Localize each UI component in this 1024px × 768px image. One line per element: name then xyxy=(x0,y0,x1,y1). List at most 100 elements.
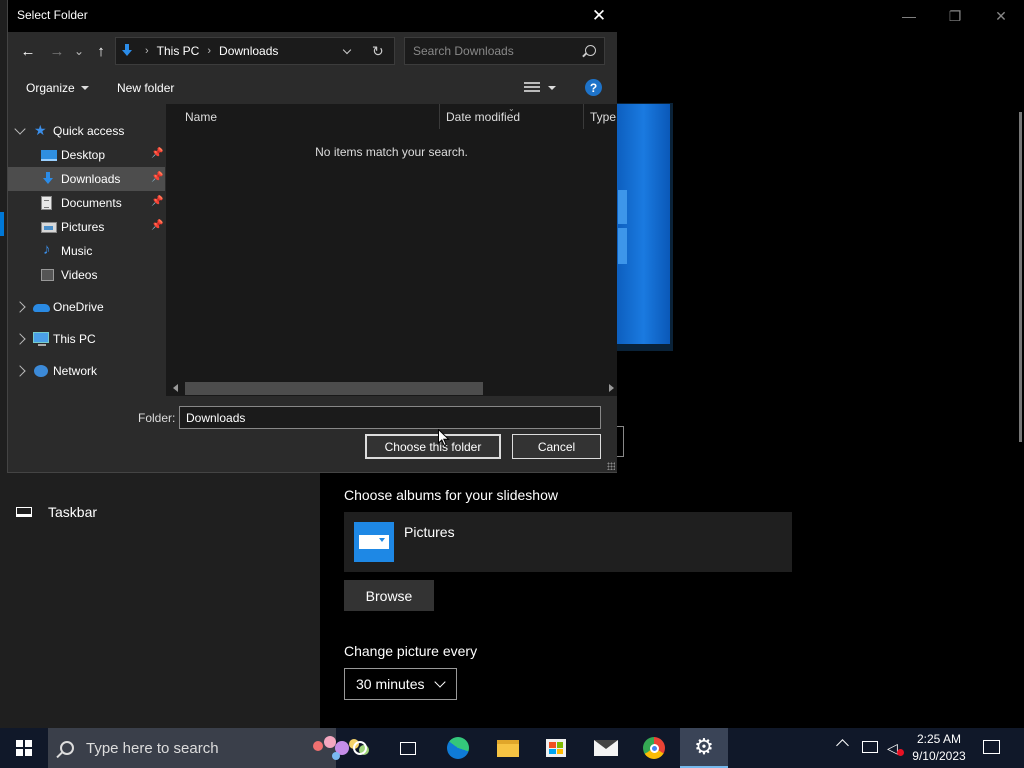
interval-dropdown[interactable]: 30 minutes xyxy=(344,668,457,700)
recent-locations-button[interactable]: ⌄ xyxy=(68,40,90,62)
start-button[interactable] xyxy=(0,728,48,768)
chevron-down-icon xyxy=(342,45,352,54)
windows-logo-icon xyxy=(16,740,32,756)
tree-item-desktop[interactable]: Desktop 📌 xyxy=(8,143,165,167)
change-interval-label: Change picture every xyxy=(344,643,478,659)
dialog-close-button[interactable]: ✕ xyxy=(587,4,611,28)
select-folder-dialog: Select Folder ✕ ← → ⌄ ↑ › This PC › Down… xyxy=(7,0,617,473)
address-dropdown-button[interactable] xyxy=(340,45,354,57)
chevron-down-icon xyxy=(434,676,447,688)
chrome-button[interactable] xyxy=(630,728,678,768)
store-icon xyxy=(546,739,566,757)
volume-muted-icon[interactable]: ◁ xyxy=(887,740,898,757)
search-icon[interactable] xyxy=(585,45,596,56)
expand-closed-icon[interactable] xyxy=(14,333,26,345)
search-input[interactable]: Search Downloads xyxy=(404,37,605,65)
file-explorer-button[interactable] xyxy=(484,728,532,768)
breadcrumb-this-pc[interactable]: This PC xyxy=(157,44,200,58)
up-button[interactable]: ↑ xyxy=(90,40,112,62)
column-header: Name ⌄ Date modified Type xyxy=(166,104,617,129)
show-hidden-icons-chevron-icon[interactable] xyxy=(836,739,849,752)
tree-item-network[interactable]: Network xyxy=(8,359,165,383)
tree-item-label: Documents xyxy=(61,196,122,210)
close-button[interactable]: ✕ xyxy=(978,0,1024,32)
address-bar[interactable]: › This PC › Downloads ↻ xyxy=(115,37,395,65)
album-name: Pictures xyxy=(404,524,455,540)
choose-folder-button[interactable]: Choose this folder xyxy=(365,434,501,459)
help-icon[interactable]: ? xyxy=(585,79,602,96)
view-options-icon[interactable] xyxy=(524,82,540,93)
cancel-button[interactable]: Cancel xyxy=(512,434,601,459)
edge-button[interactable] xyxy=(434,728,482,768)
tree-item-label: This PC xyxy=(53,332,96,346)
tree-item-videos[interactable]: Videos xyxy=(8,263,165,287)
pictures-icon xyxy=(41,222,57,233)
tree-item-documents[interactable]: Documents 📌 xyxy=(8,191,165,215)
expand-closed-icon[interactable] xyxy=(14,365,26,377)
scrollbar-thumb[interactable] xyxy=(185,382,483,395)
task-view-button[interactable] xyxy=(384,728,432,768)
task-view-icon xyxy=(400,741,416,755)
tree-item-label: OneDrive xyxy=(53,300,104,314)
organize-button[interactable]: Organize xyxy=(26,81,89,95)
tree-item-pictures[interactable]: Pictures 📌 xyxy=(8,215,165,239)
settings-button[interactable]: ⚙ xyxy=(680,728,728,768)
browse-button[interactable]: Browse xyxy=(344,580,434,611)
column-divider[interactable] xyxy=(583,104,584,129)
column-type[interactable]: Type xyxy=(590,110,616,124)
selection-accent xyxy=(0,212,4,236)
cloud-icon xyxy=(33,304,50,312)
tree-item-this-pc[interactable]: This PC xyxy=(8,327,165,351)
system-clock[interactable]: 2:25 AM 9/10/2023 xyxy=(906,731,972,765)
back-button[interactable]: ← xyxy=(17,40,39,62)
expand-closed-icon[interactable] xyxy=(14,301,26,313)
scroll-left-icon[interactable] xyxy=(173,384,178,392)
taskbar-search-box[interactable]: Type here to search xyxy=(48,728,369,768)
desktop-icon xyxy=(41,150,57,161)
new-folder-button[interactable]: New folder xyxy=(117,81,174,95)
file-list-pane[interactable]: Name ⌄ Date modified Type No items match… xyxy=(166,104,617,382)
view-dropdown-arrow-icon[interactable] xyxy=(548,86,556,90)
notification-center-icon[interactable] xyxy=(983,740,1000,754)
folder-input[interactable]: Downloads xyxy=(179,406,601,429)
minimize-button[interactable]: — xyxy=(886,0,932,32)
resize-grip-icon[interactable] xyxy=(607,462,615,470)
breadcrumb-separator: › xyxy=(145,45,149,57)
tree-item-music[interactable]: ♪ Music xyxy=(8,239,165,263)
network-icon xyxy=(34,365,48,377)
navigation-bar: ← → ⌄ ↑ › This PC › Downloads ↻ Search D… xyxy=(8,32,617,72)
folder-label: Folder: xyxy=(138,411,176,425)
tree-item-label: Quick access xyxy=(53,124,125,138)
album-thumbnail xyxy=(354,522,394,562)
network-status-icon[interactable] xyxy=(862,741,878,753)
column-divider[interactable] xyxy=(439,104,440,129)
album-item[interactable]: Pictures xyxy=(344,512,792,572)
store-button[interactable] xyxy=(532,728,580,768)
refresh-button[interactable]: ↻ xyxy=(372,43,384,60)
column-date-modified[interactable]: Date modified xyxy=(446,110,520,124)
tree-item-quick-access[interactable]: ★ Quick access xyxy=(8,119,165,143)
tree-item-label: Desktop xyxy=(61,148,106,162)
breadcrumb-downloads[interactable]: Downloads xyxy=(219,44,278,58)
download-icon xyxy=(41,172,57,186)
documents-icon xyxy=(41,196,52,210)
cortana-button[interactable] xyxy=(336,728,384,768)
windows-taskbar: Type here to search ⚙ ◁ 2:25 AM 9/10/202… xyxy=(0,728,1024,768)
scroll-right-icon[interactable] xyxy=(609,384,614,392)
dialog-titlebar[interactable]: Select Folder ✕ xyxy=(8,0,617,32)
mail-button[interactable] xyxy=(582,728,630,768)
pin-icon: 📌 xyxy=(151,172,164,183)
expand-open-icon[interactable] xyxy=(14,123,26,135)
settings-scrollbar[interactable] xyxy=(1019,112,1022,442)
forward-button[interactable]: → xyxy=(46,40,68,62)
tree-item-onedrive[interactable]: OneDrive xyxy=(8,295,165,319)
column-name[interactable]: Name xyxy=(185,110,217,124)
edge-icon xyxy=(447,737,469,759)
maximize-button[interactable]: ❐ xyxy=(932,0,978,32)
cortana-icon xyxy=(353,741,367,755)
sidebar-item-taskbar[interactable]: Taskbar xyxy=(16,504,97,520)
settings-icon: ⚙ xyxy=(694,734,714,759)
chrome-icon xyxy=(643,737,665,759)
tree-item-downloads[interactable]: Downloads 📌 xyxy=(8,167,165,191)
horizontal-scrollbar[interactable] xyxy=(166,381,617,396)
